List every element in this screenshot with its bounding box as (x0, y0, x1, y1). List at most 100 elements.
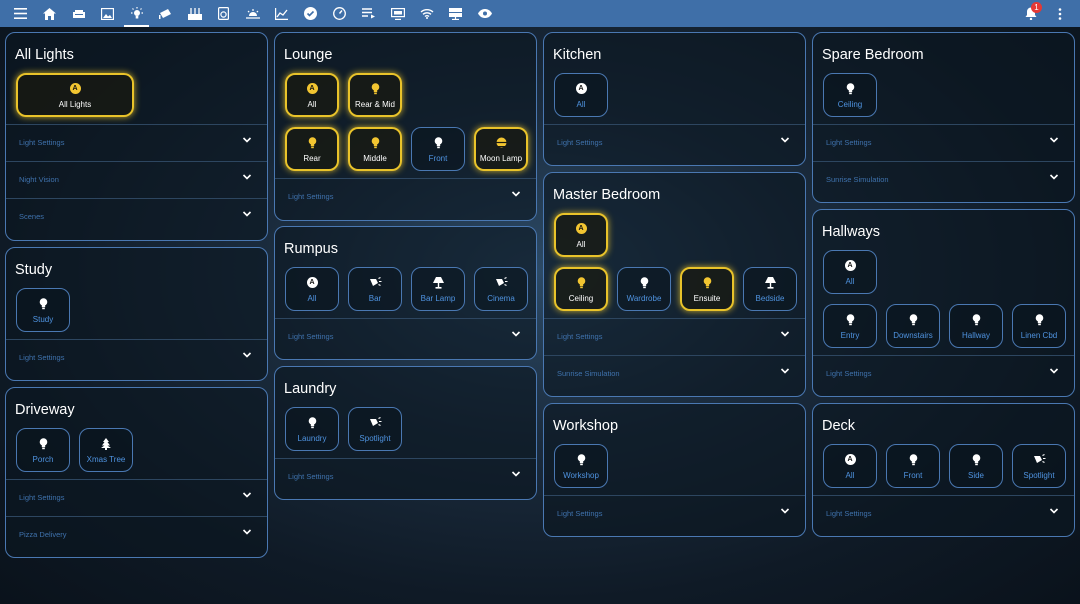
light-tile-all[interactable]: A All (554, 73, 608, 117)
check-circle-icon[interactable] (296, 0, 325, 27)
expander-light-settings[interactable]: Light Settings (544, 124, 805, 161)
light-tile-workshop[interactable]: Workshop (554, 444, 608, 488)
expander-light-settings[interactable]: Light Settings (813, 124, 1074, 161)
expander-scenes[interactable]: Scenes (6, 198, 267, 235)
light-tile-all[interactable]: A All (823, 444, 877, 488)
light-tile-study[interactable]: Study (16, 288, 70, 332)
washer-icon[interactable] (209, 0, 238, 27)
expander-sunrise-simulation[interactable]: Sunrise Simulation (544, 355, 805, 392)
playlist-icon[interactable] (354, 0, 383, 27)
expander-light-settings[interactable]: Light Settings (813, 495, 1074, 532)
chevron-down-icon[interactable] (1048, 504, 1060, 516)
light-tile-bar[interactable]: Bar (348, 267, 402, 311)
chevron-down-icon[interactable] (779, 327, 791, 339)
expander-light-settings[interactable]: Light Settings (6, 479, 267, 516)
expander-light-settings[interactable]: Light Settings (6, 339, 267, 376)
expander-label: Light Settings (288, 192, 334, 201)
light-tile-label: All (576, 99, 586, 109)
expander-label: Night Vision (19, 175, 59, 184)
notifications-bell-icon[interactable]: 1 (1016, 0, 1045, 27)
auto-group-icon: A (306, 276, 318, 290)
chevron-down-icon[interactable] (1048, 133, 1060, 145)
monitor-icon[interactable] (383, 0, 412, 27)
light-tile-label: Laundry (297, 433, 327, 443)
image-icon[interactable] (93, 0, 122, 27)
card-hallways: Hallways A All Entry Downstairs Hallway Linen … (812, 209, 1075, 397)
card-spare-bedroom: Spare Bedroom Ceiling Light Settings Sunris… (812, 32, 1075, 203)
light-tile-front[interactable]: Front (886, 444, 940, 488)
light-tile-entry[interactable]: Entry (823, 304, 877, 348)
light-tile-all[interactable]: A All (554, 213, 608, 257)
sunrise-icon[interactable] (238, 0, 267, 27)
light-tile-side[interactable]: Side (949, 444, 1003, 488)
light-tile-rear-and-mid[interactable]: Rear & Mid (348, 73, 402, 117)
chevron-down-icon[interactable] (241, 348, 253, 360)
expander-sunrise-simulation[interactable]: Sunrise Simulation (813, 161, 1074, 198)
light-tile-all[interactable]: A All (285, 73, 339, 117)
chevron-down-icon[interactable] (510, 187, 522, 199)
lightbulb-icon[interactable] (122, 0, 151, 27)
chevron-down-icon[interactable] (779, 364, 791, 376)
gauge-icon[interactable] (325, 0, 354, 27)
light-tile-bar-lamp[interactable]: Bar Lamp (411, 267, 465, 311)
chevron-down-icon[interactable] (510, 467, 522, 479)
chevron-down-icon[interactable] (1048, 170, 1060, 182)
auto-group-icon: A (306, 82, 318, 96)
cctv-icon[interactable] (151, 0, 180, 27)
light-tile-xmas-tree[interactable]: Xmas Tree (79, 428, 133, 472)
light-tile-middle[interactable]: Middle (348, 127, 402, 171)
chevron-down-icon[interactable] (241, 170, 253, 182)
card-workshop: Workshop Workshop Light Settings (543, 403, 806, 537)
expander-light-settings[interactable]: Light Settings (275, 178, 536, 215)
light-tile-bedside[interactable]: Bedside (743, 267, 797, 311)
expander-label: Light Settings (826, 138, 872, 147)
sofa-icon[interactable] (64, 0, 93, 27)
light-tile-moon-lamp[interactable]: Moon Lamp (474, 127, 528, 171)
menu-icon[interactable] (6, 0, 35, 27)
eye-icon[interactable] (470, 0, 499, 27)
light-tile-porch[interactable]: Porch (16, 428, 70, 472)
chart-icon[interactable] (267, 0, 296, 27)
light-tile-laundry[interactable]: Laundry (285, 407, 339, 451)
light-tile-front[interactable]: Front (411, 127, 465, 171)
light-tile-spotlight[interactable]: Spotlight (348, 407, 402, 451)
light-tile-cinema[interactable]: Cinema (474, 267, 528, 311)
chevron-down-icon[interactable] (241, 207, 253, 219)
expander-night-vision[interactable]: Night Vision (6, 161, 267, 198)
light-tile-all[interactable]: A All (285, 267, 339, 311)
expander-pizza-delivery[interactable]: Pizza Delivery (6, 516, 267, 553)
light-tile-ceiling[interactable]: Ceiling (554, 267, 608, 311)
expander-light-settings[interactable]: Light Settings (544, 495, 805, 532)
light-tile-all[interactable]: A All (823, 250, 877, 294)
chevron-down-icon[interactable] (510, 327, 522, 339)
light-tile-spotlight[interactable]: Spotlight (1012, 444, 1066, 488)
light-tile-ensuite[interactable]: Ensuite (680, 267, 734, 311)
light-tile-downstairs[interactable]: Downstairs (886, 304, 940, 348)
card-title: Spare Bedroom (822, 47, 924, 63)
wifi-icon[interactable] (412, 0, 441, 27)
chevron-down-icon[interactable] (241, 133, 253, 145)
chevron-down-icon[interactable] (779, 133, 791, 145)
expander-light-settings[interactable]: Light Settings (813, 355, 1074, 392)
auto-group-icon: A (844, 453, 856, 467)
chevron-down-icon[interactable] (779, 504, 791, 516)
expander-light-settings[interactable]: Light Settings (275, 318, 536, 355)
light-tile-linen-cbd[interactable]: Linen Cbd (1012, 304, 1066, 348)
expander-light-settings[interactable]: Light Settings (275, 458, 536, 495)
lightbulb-icon (1035, 313, 1044, 327)
chevron-down-icon[interactable] (241, 488, 253, 500)
light-tile-hallway[interactable]: Hallway (949, 304, 1003, 348)
more-options-icon[interactable] (1045, 0, 1074, 27)
chevron-down-icon[interactable] (241, 525, 253, 537)
router-icon[interactable] (180, 0, 209, 27)
server-icon[interactable] (441, 0, 470, 27)
expander-light-settings[interactable]: Light Settings (6, 124, 267, 161)
light-tile-ceiling[interactable]: Ceiling (823, 73, 877, 117)
light-tile-wardrobe[interactable]: Wardrobe (617, 267, 671, 311)
expander-light-settings[interactable]: Light Settings (544, 318, 805, 355)
light-tile-all-lights[interactable]: A All Lights (16, 73, 134, 117)
card-title: Workshop (553, 418, 619, 434)
light-tile-rear[interactable]: Rear (285, 127, 339, 171)
chevron-down-icon[interactable] (1048, 364, 1060, 376)
home-icon[interactable] (35, 0, 64, 27)
